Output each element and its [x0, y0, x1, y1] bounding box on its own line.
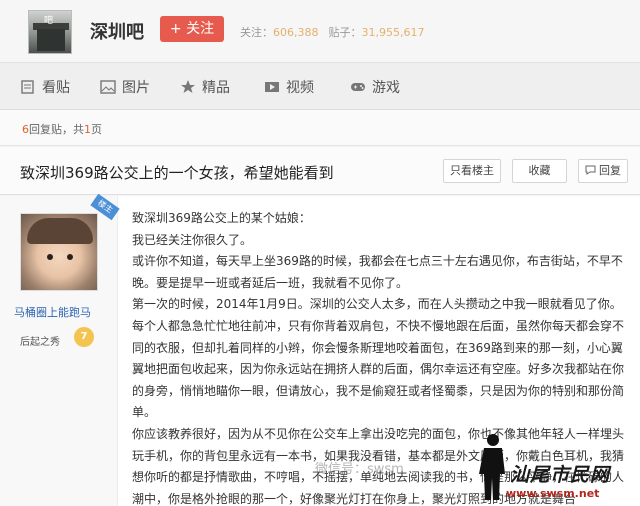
only-op-button[interactable]: 只看楼主: [443, 159, 501, 183]
nav-item-posts[interactable]: 看贴: [20, 77, 70, 97]
author-card: 楼主 马桶圈上能跑马 后起之秀 7: [0, 193, 120, 506]
image-icon: [100, 80, 116, 94]
wechat-watermark: 微信号：swsm: [315, 462, 404, 477]
page-count: 1: [84, 123, 91, 136]
reply-summary: 6回复贴，共1页: [22, 121, 102, 137]
reply-label: 回复: [599, 164, 621, 177]
nav-label: 视频: [286, 80, 314, 96]
post-title-bar: 致深圳369路公交上的一个女孩，希望她能看到 只看楼主 收藏 回复: [0, 147, 640, 195]
nav-label: 看贴: [42, 80, 70, 96]
avatar[interactable]: [20, 213, 98, 291]
follow-button[interactable]: + 关注: [160, 16, 224, 42]
nav-label: 精品: [202, 80, 230, 96]
author-name[interactable]: 马桶圈上能跑马: [14, 304, 91, 320]
site-url-watermark: www.swsm.net: [506, 487, 600, 500]
posts-label: 贴子：: [328, 26, 362, 39]
logo-gate: [37, 29, 65, 51]
reply-count: 6: [22, 123, 29, 136]
favorite-button[interactable]: 收藏: [512, 159, 567, 183]
reply-text: 回复贴，共: [29, 123, 84, 136]
forum-nav: 看贴 图片 精品 视频 游戏: [0, 62, 640, 110]
logo-glyph: 吧: [44, 16, 54, 26]
nav-label: 图片: [122, 80, 150, 96]
post-paragraph: 第一次的时候，2014年1月9日。深圳的公交人太多，而在人头攒动之中我一眼就看见…: [132, 297, 625, 420]
followers-count: 606,388: [273, 26, 319, 39]
post-paragraph: 致深圳369路公交上的某个姑娘：: [132, 211, 311, 225]
person-silhouette-icon: [479, 434, 505, 500]
video-icon: [265, 82, 279, 92]
forum-logo[interactable]: 吧: [28, 10, 72, 54]
nav-item-games[interactable]: 游戏: [350, 77, 400, 97]
page-suffix: 页: [91, 123, 102, 136]
reply-button[interactable]: 回复: [578, 159, 628, 183]
posts-count: 31,955,617: [361, 26, 425, 39]
nav-item-featured[interactable]: 精品: [180, 77, 230, 97]
star-icon: [181, 80, 195, 93]
forum-name[interactable]: 深圳吧: [90, 18, 144, 44]
forum-stats: 关注：606,388 贴子：31,955,617: [240, 24, 424, 40]
pagination-bar: 6回复贴，共1页: [0, 110, 640, 146]
level-badge: 7: [74, 327, 94, 347]
nav-item-videos[interactable]: 视频: [264, 77, 314, 97]
post-paragraph: 我已经关注你很久了。: [132, 232, 253, 247]
forum-header: 吧 深圳吧 + 关注 关注：606,388 贴子：31,955,617: [0, 0, 640, 62]
post-paragraph: 或许你不知道，每天早上坐369路的时候，我都会在七点三十左右遇见你，布吉街站，不…: [132, 254, 623, 290]
followers-label: 关注：: [240, 26, 273, 39]
site-logo-watermark: 汕尾市民网: [510, 464, 611, 486]
post-title: 致深圳369路公交上的一个女孩，希望她能看到: [20, 164, 334, 182]
gamepad-icon: [351, 83, 365, 91]
reply-icon: [585, 165, 596, 175]
level-name: 后起之秀: [20, 337, 60, 348]
nav-item-images[interactable]: 图片: [100, 77, 150, 97]
document-icon: [21, 80, 34, 94]
nav-label: 游戏: [372, 80, 400, 96]
